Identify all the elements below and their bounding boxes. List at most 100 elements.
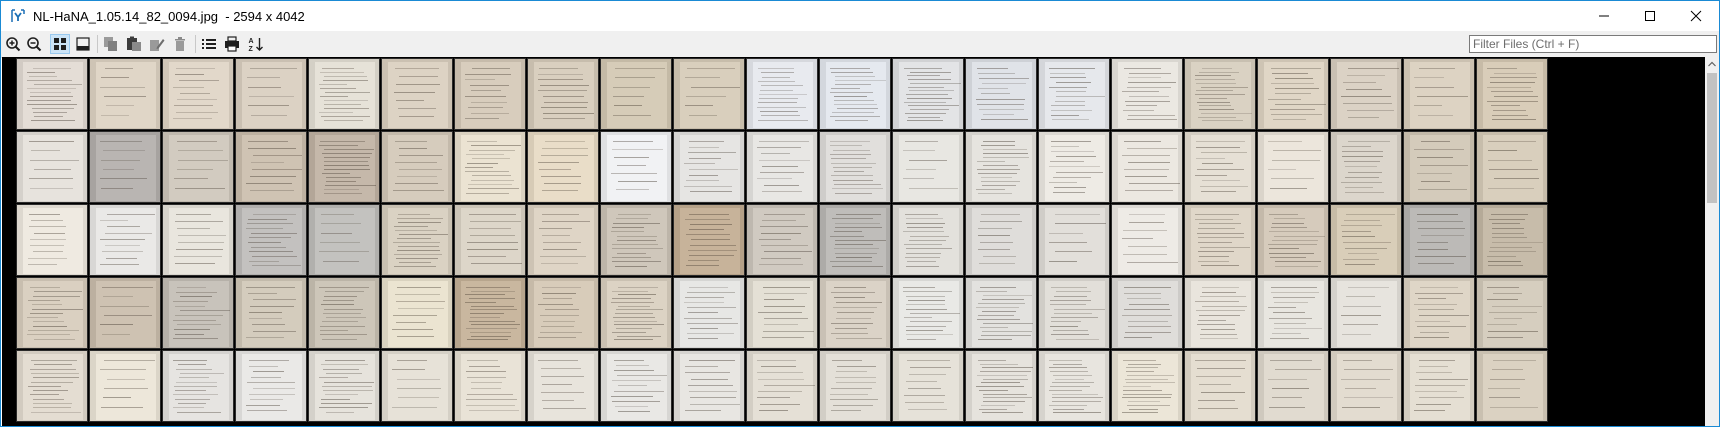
thumbnail-item[interactable] xyxy=(454,58,526,130)
thumbnail-item[interactable] xyxy=(454,277,526,349)
thumbnail-item[interactable] xyxy=(1257,58,1329,130)
thumbnail-item[interactable] xyxy=(819,350,891,422)
print-button[interactable] xyxy=(222,34,242,54)
thumbnail-item[interactable] xyxy=(600,58,672,130)
thumbnail-item[interactable] xyxy=(1184,277,1256,349)
thumbnail-item[interactable] xyxy=(89,350,161,422)
thumbnail-item[interactable] xyxy=(162,58,234,130)
thumbnail-item[interactable] xyxy=(1476,58,1548,130)
thumbnail-item[interactable] xyxy=(600,204,672,276)
zoom-in-button[interactable] xyxy=(3,34,23,54)
thumbnail-item[interactable] xyxy=(1111,58,1183,130)
thumbnail-item[interactable] xyxy=(1038,204,1110,276)
thumbnail-item[interactable] xyxy=(1330,277,1402,349)
thumbnail-item[interactable] xyxy=(965,277,1037,349)
thumbnail-item[interactable] xyxy=(527,277,599,349)
thumbnail-item[interactable] xyxy=(673,350,745,422)
delete-button[interactable] xyxy=(170,34,190,54)
list-view-button[interactable] xyxy=(199,34,219,54)
thumbnail-item[interactable] xyxy=(1257,350,1329,422)
thumbnail-item[interactable] xyxy=(1184,58,1256,130)
thumbnail-item[interactable] xyxy=(1184,131,1256,203)
thumbnail-item[interactable] xyxy=(892,350,964,422)
thumbnail-item[interactable] xyxy=(1330,58,1402,130)
thumbnail-item[interactable] xyxy=(1403,204,1475,276)
thumbnail-item[interactable] xyxy=(89,131,161,203)
thumbnail-item[interactable] xyxy=(162,350,234,422)
thumbnail-item[interactable] xyxy=(381,131,453,203)
thumbnail-item[interactable] xyxy=(162,204,234,276)
thumbnail-item[interactable] xyxy=(235,131,307,203)
thumbnail-item[interactable] xyxy=(235,350,307,422)
thumbnail-item[interactable] xyxy=(1403,58,1475,130)
thumbnail-item[interactable] xyxy=(16,277,88,349)
thumbnail-item[interactable] xyxy=(381,350,453,422)
thumbnail-item[interactable] xyxy=(746,277,818,349)
thumbnail-item[interactable] xyxy=(1184,350,1256,422)
thumbnail-item[interactable] xyxy=(892,277,964,349)
thumbnail-item[interactable] xyxy=(89,204,161,276)
thumbnail-item[interactable] xyxy=(819,204,891,276)
thumbnail-item[interactable] xyxy=(1184,204,1256,276)
thumbnail-view-button[interactable] xyxy=(50,34,70,54)
thumbnail-item[interactable] xyxy=(1038,131,1110,203)
thumbnail-item[interactable] xyxy=(600,131,672,203)
close-button[interactable] xyxy=(1673,1,1719,31)
thumbnail-item[interactable] xyxy=(746,58,818,130)
scroll-up-button[interactable] xyxy=(1705,57,1719,71)
thumbnail-item[interactable] xyxy=(527,58,599,130)
thumbnail-item[interactable] xyxy=(892,131,964,203)
thumbnail-item[interactable] xyxy=(308,204,380,276)
thumbnail-item[interactable] xyxy=(819,58,891,130)
thumbnail-item[interactable] xyxy=(746,131,818,203)
thumbnail-item[interactable] xyxy=(746,350,818,422)
vertical-scrollbar[interactable] xyxy=(1705,57,1719,426)
thumbnail-item[interactable] xyxy=(1476,204,1548,276)
thumbnail-item[interactable] xyxy=(1403,350,1475,422)
thumbnail-item[interactable] xyxy=(1257,277,1329,349)
thumbnail-item[interactable] xyxy=(1111,350,1183,422)
thumbnail-item[interactable] xyxy=(381,277,453,349)
thumbnail-item[interactable] xyxy=(16,350,88,422)
thumbnail-item[interactable] xyxy=(454,204,526,276)
thumbnail-item[interactable] xyxy=(16,204,88,276)
thumbnail-item[interactable] xyxy=(1330,204,1402,276)
thumbnail-item[interactable] xyxy=(308,350,380,422)
thumbnail-item[interactable] xyxy=(600,350,672,422)
thumbnail-item[interactable] xyxy=(89,277,161,349)
rename-button[interactable] xyxy=(147,34,167,54)
maximize-button[interactable] xyxy=(1627,1,1673,31)
thumbnail-item[interactable] xyxy=(235,204,307,276)
thumbnail-item[interactable] xyxy=(1403,131,1475,203)
paste-button[interactable] xyxy=(124,34,144,54)
thumbnail-item[interactable] xyxy=(162,131,234,203)
title-bar[interactable]: NL-HaNA_1.05.14_82_0094.jpg - 2594 x 404… xyxy=(1,1,1719,31)
thumbnail-item[interactable] xyxy=(89,58,161,130)
zoom-out-button[interactable] xyxy=(24,34,44,54)
thumbnail-item[interactable] xyxy=(892,58,964,130)
thumbnail-item[interactable] xyxy=(1330,350,1402,422)
thumbnail-item[interactable] xyxy=(819,277,891,349)
thumbnail-item[interactable] xyxy=(162,277,234,349)
thumbnail-item[interactable] xyxy=(1476,131,1548,203)
thumbnail-item[interactable] xyxy=(965,131,1037,203)
thumbnail-item[interactable] xyxy=(965,204,1037,276)
thumbnail-item[interactable] xyxy=(1038,58,1110,130)
thumbnail-item[interactable] xyxy=(1330,131,1402,203)
minimize-button[interactable] xyxy=(1581,1,1627,31)
filmstrip-view-button[interactable] xyxy=(73,34,93,54)
thumbnail-item[interactable] xyxy=(1038,277,1110,349)
sort-button[interactable]: A Z xyxy=(246,34,266,54)
thumbnail-item[interactable] xyxy=(16,131,88,203)
thumbnail-item[interactable] xyxy=(673,277,745,349)
scrollbar-thumb[interactable] xyxy=(1707,73,1717,203)
thumbnail-item[interactable] xyxy=(1257,204,1329,276)
thumbnail-item[interactable] xyxy=(235,277,307,349)
thumbnail-item[interactable] xyxy=(527,350,599,422)
copy-button[interactable] xyxy=(101,34,121,54)
thumbnail-item[interactable] xyxy=(454,350,526,422)
filter-files-input[interactable] xyxy=(1469,35,1717,53)
thumbnail-item[interactable] xyxy=(673,204,745,276)
thumbnail-item[interactable] xyxy=(308,277,380,349)
thumbnail-item[interactable] xyxy=(1476,350,1548,422)
